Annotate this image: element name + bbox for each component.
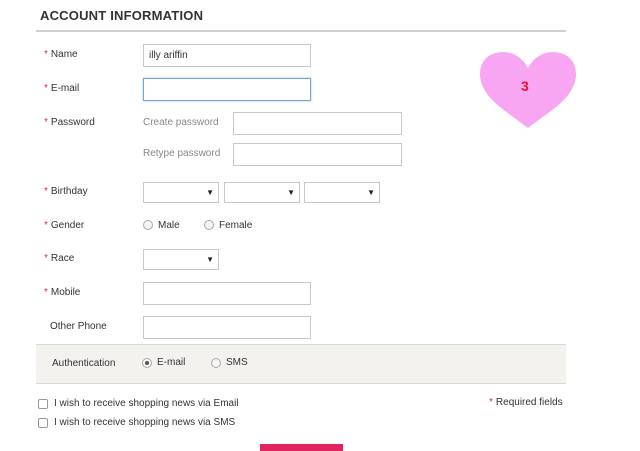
password-label: * Password — [44, 117, 95, 128]
auth-email-label[interactable]: E-mail — [157, 357, 185, 368]
name-input[interactable]: illy ariffin — [143, 44, 311, 67]
name-label: * Name — [44, 49, 78, 60]
authentication-label: Authentication — [52, 358, 116, 369]
retype-password-label: Retype password — [143, 148, 221, 159]
sms-news-checkbox[interactable] — [38, 418, 48, 428]
sms-news-label[interactable]: I wish to receive shopping news via SMS — [54, 417, 235, 428]
required-asterisk: * — [44, 186, 48, 197]
section-title: ACCOUNT INFORMATION — [40, 8, 204, 23]
email-input[interactable] — [143, 78, 311, 101]
dropdown-arrow-icon: ▼ — [206, 255, 214, 264]
required-asterisk: * — [489, 397, 493, 408]
mobile-label: * Mobile — [44, 287, 80, 298]
birthday-label: * Birthday — [44, 186, 88, 197]
gender-female-label[interactable]: Female — [219, 220, 252, 231]
heart-count: 3 — [521, 78, 529, 94]
submit-button[interactable] — [260, 444, 343, 451]
email-news-checkbox[interactable] — [38, 399, 48, 409]
birthday-day-select[interactable]: ▼ — [143, 182, 219, 203]
birthday-label-text: Birthday — [50, 186, 88, 197]
mobile-label-text: Mobile — [50, 287, 81, 298]
race-select[interactable]: ▼ — [143, 249, 219, 270]
required-asterisk: * — [44, 253, 48, 264]
race-label-text: Race — [50, 253, 75, 264]
create-password-label: Create password — [143, 117, 219, 128]
dropdown-arrow-icon: ▼ — [287, 188, 295, 197]
other-phone-input[interactable] — [143, 316, 311, 339]
email-news-label[interactable]: I wish to receive shopping news via Emai… — [54, 398, 239, 409]
gender-male-label[interactable]: Male — [158, 220, 180, 231]
birthday-year-select[interactable]: ▼ — [304, 182, 380, 203]
auth-email-radio[interactable] — [142, 358, 152, 368]
required-asterisk: * — [44, 117, 48, 128]
required-fields-note: * Required fields — [489, 397, 563, 408]
email-label: * E-mail — [44, 83, 79, 94]
email-label-text: E-mail — [50, 83, 80, 94]
dropdown-arrow-icon: ▼ — [367, 188, 375, 197]
create-password-input[interactable] — [233, 112, 402, 135]
password-label-text: Password — [50, 117, 95, 128]
auth-sms-label[interactable]: SMS — [226, 357, 248, 368]
name-label-text: Name — [50, 49, 78, 60]
gender-label: * Gender — [44, 220, 84, 231]
section-divider — [36, 30, 566, 32]
required-asterisk: * — [44, 220, 48, 231]
auth-sms-radio[interactable] — [211, 358, 221, 368]
race-label: * Race — [44, 253, 74, 264]
retype-password-input[interactable] — [233, 143, 402, 166]
mobile-input[interactable] — [143, 282, 311, 305]
gender-female-radio[interactable] — [204, 220, 214, 230]
gender-male-radio[interactable] — [143, 220, 153, 230]
required-note-text: Required fields — [495, 397, 563, 408]
other-phone-label: Other Phone — [50, 321, 107, 332]
authentication-panel — [36, 344, 566, 384]
required-asterisk: * — [44, 83, 48, 94]
required-asterisk: * — [44, 49, 48, 60]
gender-label-text: Gender — [50, 220, 85, 231]
required-asterisk: * — [44, 287, 48, 298]
birthday-month-select[interactable]: ▼ — [224, 182, 300, 203]
dropdown-arrow-icon: ▼ — [206, 188, 214, 197]
